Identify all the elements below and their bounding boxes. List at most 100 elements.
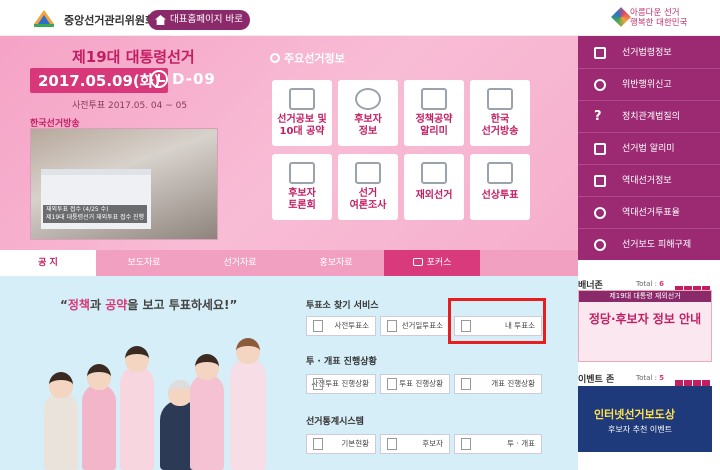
tile-label: 한국 선거방송 — [481, 114, 519, 137]
sidebar-item-press-relief[interactable]: 선거보도 피해구제 — [578, 230, 720, 261]
sidebar-item-history[interactable]: 역대선거정보 — [578, 166, 720, 197]
tile-label: 재외선거 — [415, 190, 453, 201]
person-figure — [44, 372, 78, 470]
video-caption-line-1: 재외투표 접수 (4/25 수) — [46, 206, 109, 213]
event-zone-title: 이벤트 존 — [578, 375, 615, 385]
chart-icon — [355, 162, 381, 184]
sidebar-item-label: 선거법령정보 — [622, 48, 672, 58]
video-caption: 재외투표 접수 (4/25 수) 제19대 대통령선거 재외투표 접수 진행 — [43, 205, 148, 223]
top-header: 중앙선거관리위원회 대표홈페이지 바로가기 아름다운 선거 행복한 대한민국 — [0, 0, 720, 45]
button-label: 후보자 — [422, 439, 443, 448]
tile-policy[interactable]: 정책공약 알리미 — [404, 80, 464, 146]
button-label: 개표 진행상황 — [491, 379, 535, 388]
tile-debate[interactable]: 후보자 토론회 — [272, 154, 332, 220]
event-total: Total : 5 — [636, 374, 664, 382]
tab-press[interactable]: 보도자료 — [96, 250, 192, 276]
document-icon — [594, 143, 606, 155]
sidebar-item-alert[interactable]: 선거법 알리미 — [578, 134, 720, 165]
pen-icon — [421, 162, 447, 184]
early-poll-button[interactable]: 사전투표소 — [306, 316, 376, 336]
sidebar-item-inquiry[interactable]: ? 정치관계법질의 — [578, 102, 720, 133]
tile-broadcast[interactable]: 한국 선거방송 — [470, 80, 530, 146]
camera-icon — [412, 258, 423, 266]
total-label: Total : — [636, 374, 660, 382]
tile-label: 선거 여론조사 — [349, 188, 387, 211]
election-date: 2017.05.09(화) — [30, 68, 169, 93]
building-icon — [313, 320, 323, 332]
ship-icon — [487, 162, 513, 184]
sidebar-item-label: 선거법 알리미 — [622, 144, 675, 154]
tile-overseas[interactable]: 재외선거 — [404, 154, 464, 220]
info-heading: 주요선거정보 — [270, 50, 345, 66]
total-count: 6 — [659, 280, 665, 288]
tab-promo[interactable]: 홍보자료 — [288, 250, 384, 276]
group-icon — [289, 162, 315, 184]
group-icon — [594, 207, 606, 219]
sidebar-item-law[interactable]: 선거법령정보 — [578, 38, 720, 69]
slogan-line-2: 행복한 대한민국 — [630, 18, 688, 28]
broadcast-video[interactable]: 재외투표 접수 (4/25 수) 제19대 대통령선거 재외투표 접수 진행 — [30, 128, 218, 240]
sidebar-item-label: 위반행위신고 — [622, 80, 672, 90]
vote-status-title: 투 · 개표 진행상황 — [306, 357, 377, 367]
person-figure — [120, 346, 154, 470]
early-vote-status-button[interactable]: 사전투표 진행상황 — [306, 374, 376, 394]
tab-focus[interactable]: 포커스 — [384, 250, 480, 276]
building-icon — [387, 320, 397, 332]
document-search-icon — [289, 88, 315, 110]
person-search-icon — [355, 88, 381, 110]
banner-event[interactable]: 인터넷선거보도상 후보자 추천 이벤트 — [578, 386, 712, 452]
nec-logo-icon[interactable] — [32, 6, 56, 30]
banner2-sub-text: 후보자 추천 이벤트 — [608, 425, 672, 434]
vote-count-stats-button[interactable]: 투 · 개표 — [454, 434, 542, 454]
candidate-stats-button[interactable]: 후보자 — [380, 434, 450, 454]
tile-label: 정책공약 알리미 — [415, 114, 453, 137]
chart-icon — [461, 378, 471, 390]
button-label: 선거일투표소 — [401, 321, 443, 330]
slogan-mid: 과 — [89, 298, 106, 312]
video-caption-line-2: 제19대 대통령선거 재외투표 접수 진행 — [46, 214, 145, 221]
chart-icon — [387, 378, 397, 390]
board-tabs: 공 지 보도자료 선거자료 홍보자료 포커스 — [0, 250, 578, 276]
stats-system-title: 선거통계시스템 — [306, 417, 364, 427]
person-figure — [190, 354, 224, 470]
info-heading-text: 주요선거정보 — [284, 52, 345, 65]
tile-label: 후보자 토론회 — [288, 188, 316, 211]
banner2-main-text: 인터넷선거보도상 — [594, 408, 675, 421]
person-figure — [82, 364, 116, 470]
quick-menu-sidebar: 선거법령정보 위반행위신고 ? 정치관계법질의 선거법 알리미 역대선거정보 역대… — [578, 36, 720, 260]
total-label: Total : — [636, 280, 660, 288]
tab-materials[interactable]: 선거자료 — [192, 250, 288, 276]
count-status-button[interactable]: 개표 진행상황 — [454, 374, 542, 394]
broadcast-icon — [487, 88, 513, 110]
chart-icon — [313, 378, 323, 390]
sidebar-item-label: 역대선거투표율 — [622, 208, 680, 218]
slogan-suffix: 을 보고 투표하세요!” — [127, 298, 238, 312]
banner1-main-text: 정당·후보자 정보 안내 — [588, 312, 702, 326]
basic-status-button[interactable]: 기본현황 — [306, 434, 376, 454]
tile-survey[interactable]: 선거 여론조사 — [338, 154, 398, 220]
election-day-poll-button[interactable]: 선거일투표소 — [380, 316, 450, 336]
tab-notice[interactable]: 공 지 — [0, 250, 96, 276]
sidebar-item-report[interactable]: 위반행위신고 — [578, 70, 720, 101]
highlight-box — [448, 298, 546, 344]
tile-ship-vote[interactable]: 선상투표 — [470, 154, 530, 220]
gavel-icon — [594, 47, 606, 59]
chart-icon — [461, 438, 471, 450]
org-name[interactable]: 중앙선거관리위원회 — [64, 12, 155, 28]
early-vote-period: 사전투표 2017.05. 04 ~ 05 — [72, 101, 188, 111]
tile-pledges[interactable]: 선거공보 및 10대 공약 — [272, 80, 332, 146]
find-poll-title: 투표소 찾기 서비스 — [306, 301, 379, 311]
dday-counter: D-09 — [172, 70, 216, 88]
total-count: 5 — [659, 374, 665, 382]
megaphone-icon — [421, 88, 447, 110]
home-page-button[interactable]: 대표홈페이지 바로가기 — [148, 10, 250, 45]
tile-label: 선거공보 및 10대 공약 — [277, 114, 327, 137]
person-icon — [594, 239, 606, 251]
banner-total: Total : 6 — [636, 280, 664, 288]
vote-status-button[interactable]: 투표 진행상황 — [380, 374, 450, 394]
question-icon: ? — [594, 109, 602, 124]
banner-overseas-info[interactable]: 제19대 대통령 재외선거 정당·후보자 정보 안내 — [578, 290, 712, 362]
sidebar-item-turnout[interactable]: 역대선거투표율 — [578, 198, 720, 229]
tile-candidates[interactable]: 후보자 정보 — [338, 80, 398, 146]
quote-open: “ — [60, 298, 68, 312]
